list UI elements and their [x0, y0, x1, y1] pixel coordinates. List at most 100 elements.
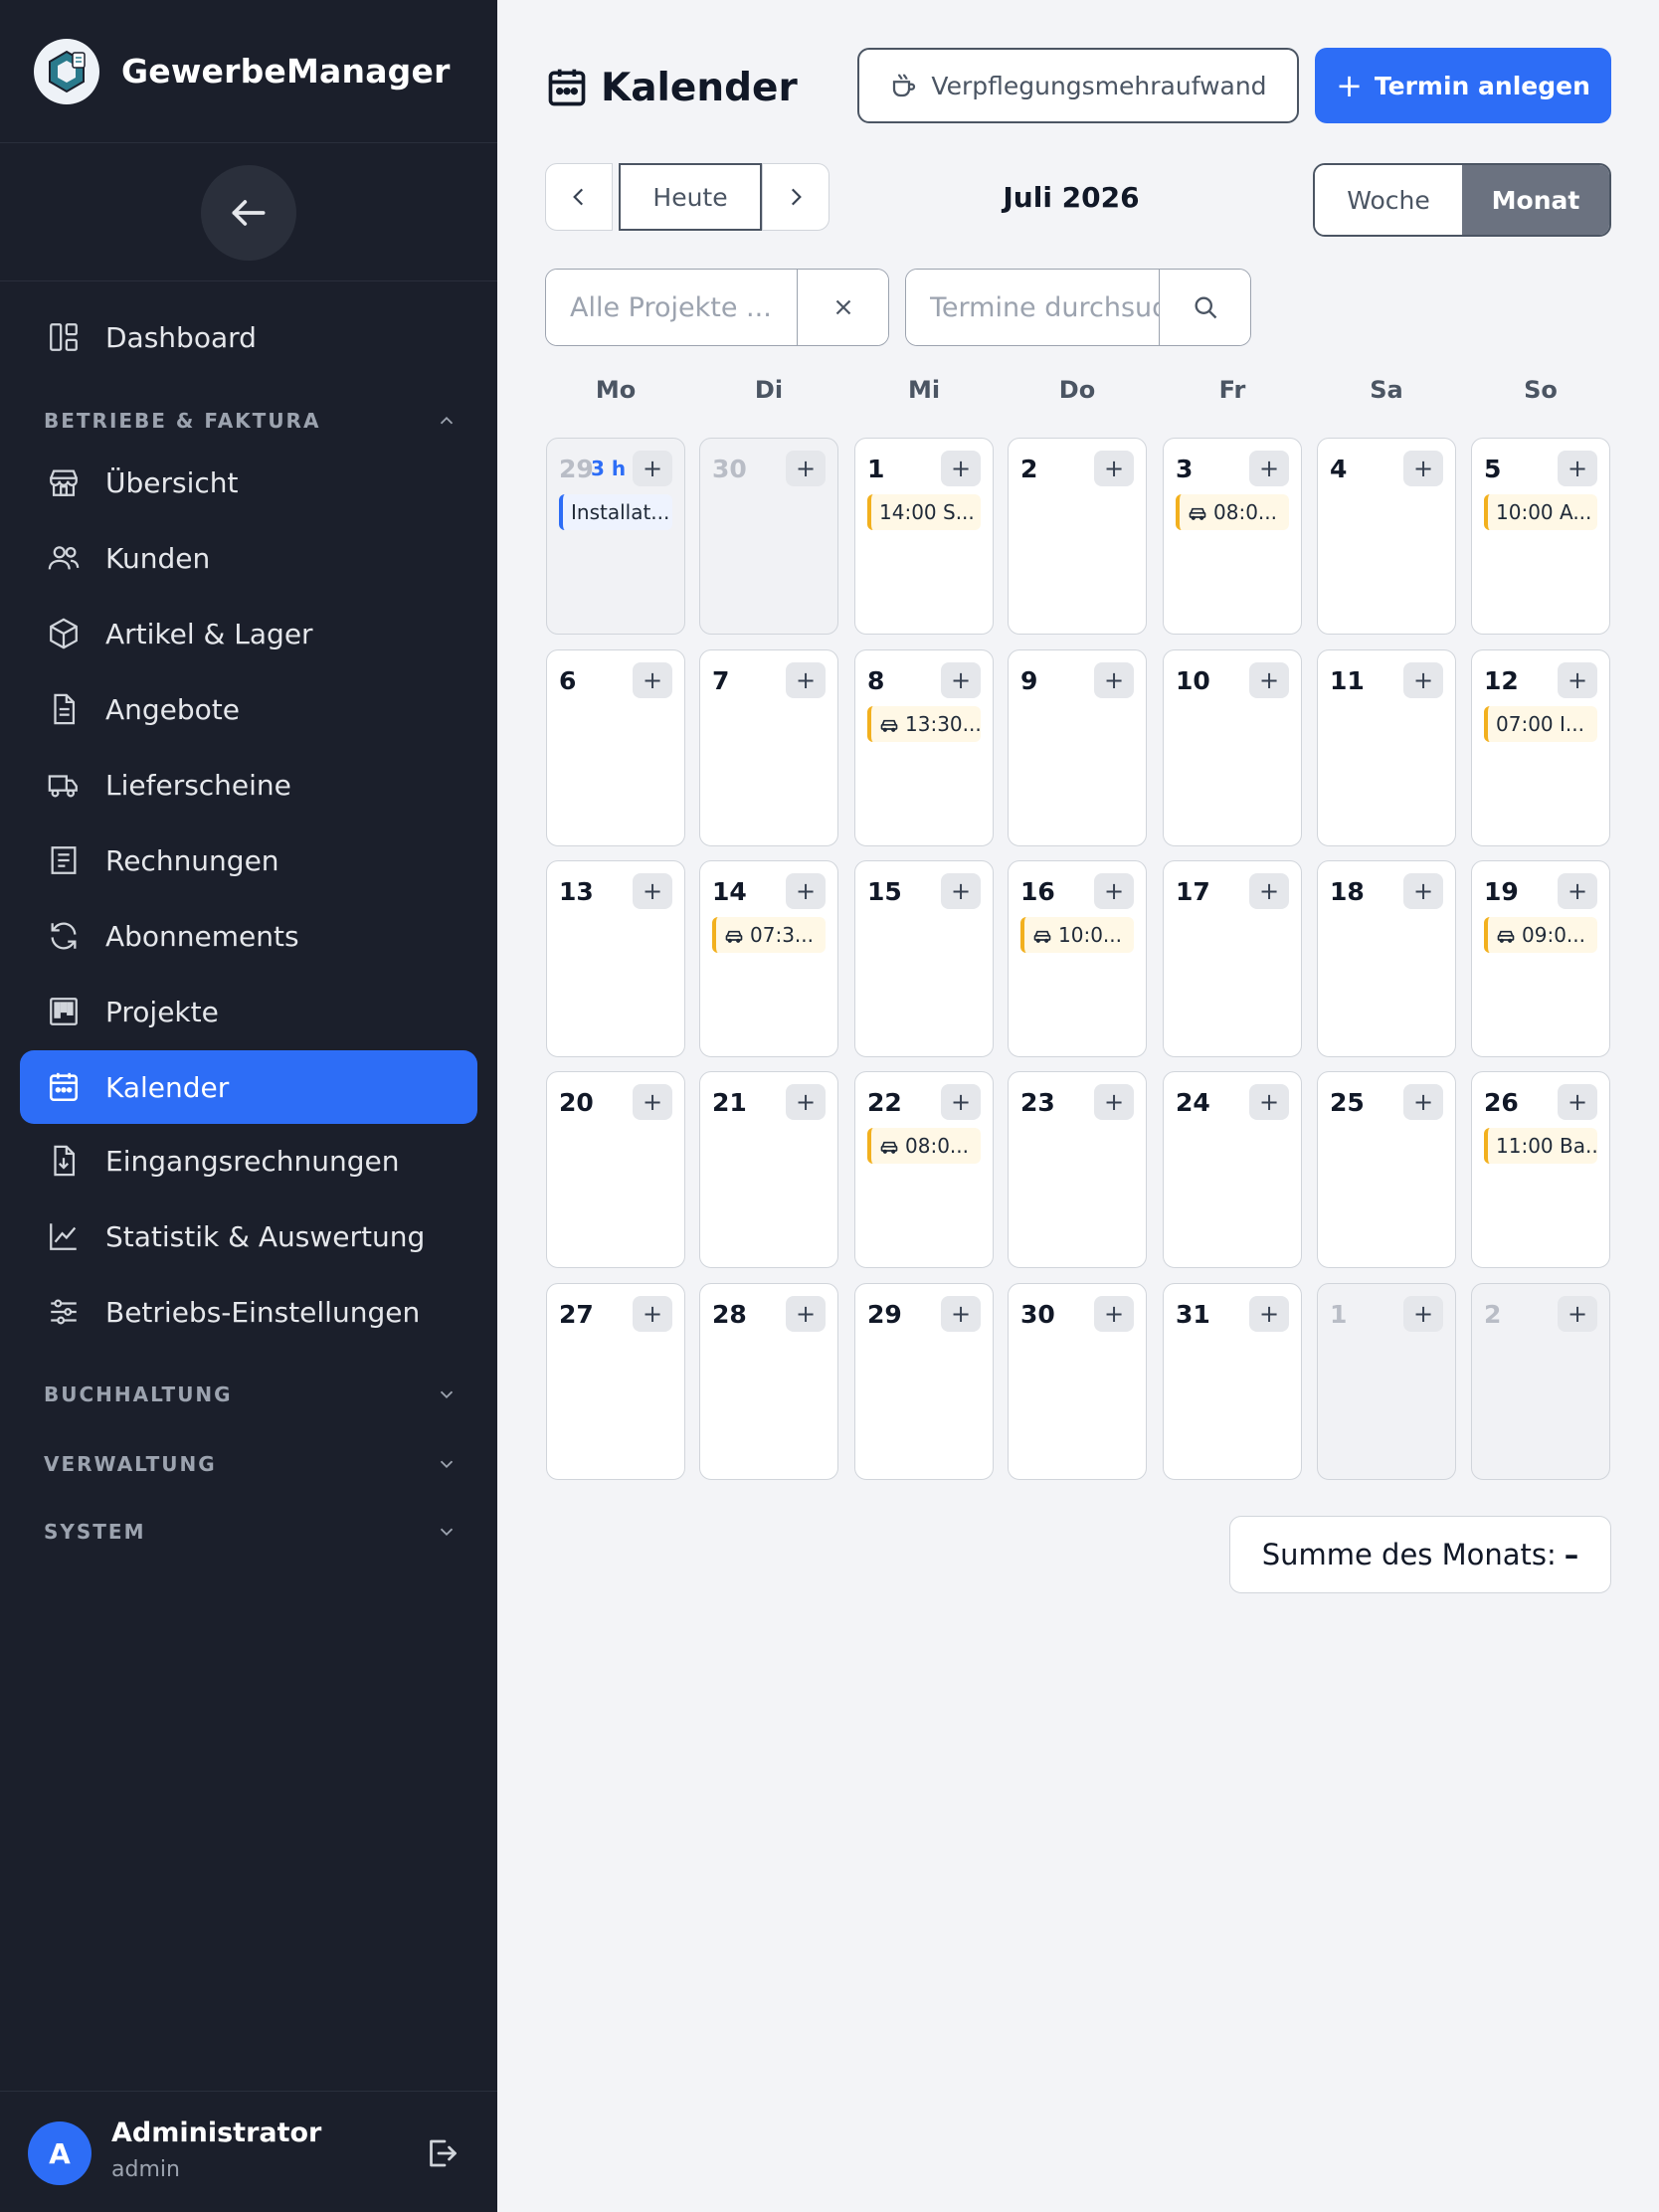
add-event-day-button[interactable]: + [1249, 1296, 1289, 1332]
calendar-day-cell[interactable]: 21 + [699, 1071, 838, 1268]
sidebar-item-uebersicht[interactable]: Übersicht [20, 446, 477, 519]
calendar-day-cell[interactable]: 24 + [1163, 1071, 1302, 1268]
add-event-day-button[interactable]: + [1403, 451, 1443, 486]
calendar-event[interactable]: Installat... [559, 494, 672, 530]
add-event-day-button[interactable]: + [941, 873, 981, 909]
calendar-day-cell[interactable]: 13 + [546, 860, 685, 1057]
add-event-day-button[interactable]: + [786, 1084, 826, 1120]
next-month-button[interactable] [762, 163, 830, 231]
calendar-event[interactable]: 07:3... [712, 917, 826, 953]
sidebar-item-abonnements[interactable]: Abonnements [20, 899, 477, 973]
calendar-day-cell[interactable]: 2 + [1471, 1283, 1610, 1480]
calendar-day-cell[interactable]: 15 + [854, 860, 994, 1057]
add-event-day-button[interactable]: + [1558, 451, 1597, 486]
calendar-event[interactable]: 10:0... [1020, 917, 1134, 953]
add-event-day-button[interactable]: + [941, 1084, 981, 1120]
search-button[interactable] [1159, 270, 1250, 345]
calendar-day-cell[interactable]: 7 + [699, 649, 838, 846]
calendar-day-cell[interactable]: 3 +08:0... [1163, 438, 1302, 635]
calendar-day-cell[interactable]: 31 + [1163, 1283, 1302, 1480]
calendar-event[interactable]: 11:00 Ba... [1484, 1128, 1597, 1164]
sidebar-item-projekte[interactable]: Projekte [20, 975, 477, 1048]
avatar[interactable]: A [28, 2121, 92, 2185]
calendar-day-cell[interactable]: 22 +08:0... [854, 1071, 994, 1268]
calendar-day-cell[interactable]: 16 +10:0... [1008, 860, 1147, 1057]
calendar-day-cell[interactable]: 25 + [1317, 1071, 1456, 1268]
add-event-day-button[interactable]: + [1094, 451, 1134, 486]
calendar-day-cell[interactable]: 30 + [699, 438, 838, 635]
add-event-day-button[interactable]: + [1403, 1084, 1443, 1120]
add-event-day-button[interactable]: + [1558, 1296, 1597, 1332]
add-event-day-button[interactable]: + [1558, 1084, 1597, 1120]
section-verwaltung[interactable]: VERWALTUNG [44, 1444, 458, 1484]
calendar-day-cell[interactable]: 19 +09:0... [1471, 860, 1610, 1057]
calendar-day-cell[interactable]: 6 + [546, 649, 685, 846]
calendar-day-cell[interactable]: 10 + [1163, 649, 1302, 846]
add-event-day-button[interactable]: + [633, 451, 672, 486]
add-event-day-button[interactable]: + [786, 873, 826, 909]
calendar-day-cell[interactable]: 23 + [1008, 1071, 1147, 1268]
calendar-day-cell[interactable]: 5 +10:00 A... [1471, 438, 1610, 635]
clear-project-filter-button[interactable] [797, 270, 888, 345]
project-filter-input[interactable] [546, 270, 797, 345]
calendar-day-cell[interactable]: 2 + [1008, 438, 1147, 635]
section-betriebe-faktura[interactable]: BETRIEBE & FAKTURA [44, 401, 458, 441]
add-event-day-button[interactable]: + [786, 1296, 826, 1332]
logout-button[interactable] [422, 2133, 461, 2173]
add-event-day-button[interactable]: + [1558, 873, 1597, 909]
add-event-day-button[interactable]: + [941, 1296, 981, 1332]
calendar-event[interactable]: 13:30... [867, 706, 981, 742]
add-event-day-button[interactable]: + [786, 451, 826, 486]
today-button[interactable]: Heute [619, 163, 762, 231]
calendar-day-cell[interactable]: 28 + [699, 1283, 838, 1480]
add-event-day-button[interactable]: + [941, 451, 981, 486]
add-event-day-button[interactable]: + [1403, 873, 1443, 909]
add-event-day-button[interactable]: + [1094, 1296, 1134, 1332]
add-event-day-button[interactable]: + [1249, 662, 1289, 698]
calendar-day-cell[interactable]: 18 + [1317, 860, 1456, 1057]
calendar-day-cell[interactable]: 1 + [1317, 1283, 1456, 1480]
add-event-day-button[interactable]: + [1094, 873, 1134, 909]
calendar-day-cell[interactable]: 20 + [546, 1071, 685, 1268]
calendar-day-cell[interactable]: 9 + [1008, 649, 1147, 846]
calendar-event[interactable]: 09:0... [1484, 917, 1597, 953]
sidebar-item-dashboard[interactable]: Dashboard [20, 300, 477, 374]
calendar-event[interactable]: 08:0... [867, 1128, 981, 1164]
calendar-day-cell[interactable]: 29 + [854, 1283, 994, 1480]
calendar-day-cell[interactable]: 30 + [1008, 1283, 1147, 1480]
calendar-event[interactable]: 14:00 S... [867, 494, 981, 530]
calendar-day-cell[interactable]: 8 +13:30... [854, 649, 994, 846]
sidebar-item-lieferscheine[interactable]: Lieferscheine [20, 748, 477, 822]
brand[interactable]: GewerbeManager [0, 0, 497, 143]
sidebar-item-kunden[interactable]: Kunden [20, 521, 477, 595]
calendar-event[interactable]: 08:0... [1176, 494, 1289, 530]
sidebar-item-betriebs-einstellungen[interactable]: Betriebs-Einstellungen [20, 1275, 477, 1349]
section-buchhaltung[interactable]: BUCHHALTUNG [44, 1375, 458, 1414]
section-system[interactable]: SYSTEM [44, 1512, 458, 1552]
add-event-day-button[interactable]: + [1094, 662, 1134, 698]
calendar-day-cell[interactable]: 1 +14:00 S... [854, 438, 994, 635]
sidebar-item-angebote[interactable]: Angebote [20, 672, 477, 746]
add-event-day-button[interactable]: + [1249, 873, 1289, 909]
add-event-day-button[interactable]: + [633, 1084, 672, 1120]
calendar-day-cell[interactable]: 12 +07:00 I... [1471, 649, 1610, 846]
calendar-day-cell[interactable]: 26 +11:00 Ba... [1471, 1071, 1610, 1268]
view-week-button[interactable]: Woche [1315, 165, 1462, 235]
add-event-day-button[interactable]: + [1249, 451, 1289, 486]
add-event-day-button[interactable]: + [1094, 1084, 1134, 1120]
add-event-day-button[interactable]: + [633, 1296, 672, 1332]
sidebar-item-kalender[interactable]: Kalender [20, 1050, 477, 1124]
collapse-sidebar-button[interactable] [201, 165, 296, 261]
calendar-day-cell[interactable]: 4 + [1317, 438, 1456, 635]
sidebar-item-rechnungen[interactable]: Rechnungen [20, 824, 477, 897]
add-event-day-button[interactable]: + [633, 662, 672, 698]
sidebar-item-statistik[interactable]: Statistik & Auswertung [20, 1199, 477, 1273]
view-month-button[interactable]: Monat [1462, 165, 1609, 235]
event-search-input[interactable] [906, 270, 1159, 345]
calendar-day-cell[interactable]: 17 + [1163, 860, 1302, 1057]
add-event-day-button[interactable]: + [786, 662, 826, 698]
verpflegungsmehraufwand-button[interactable]: Verpflegungsmehraufwand [857, 48, 1299, 123]
add-event-day-button[interactable]: + [1249, 1084, 1289, 1120]
sidebar-item-eingangsrechnungen[interactable]: Eingangsrechnungen [20, 1124, 477, 1198]
add-event-day-button[interactable]: + [1403, 662, 1443, 698]
